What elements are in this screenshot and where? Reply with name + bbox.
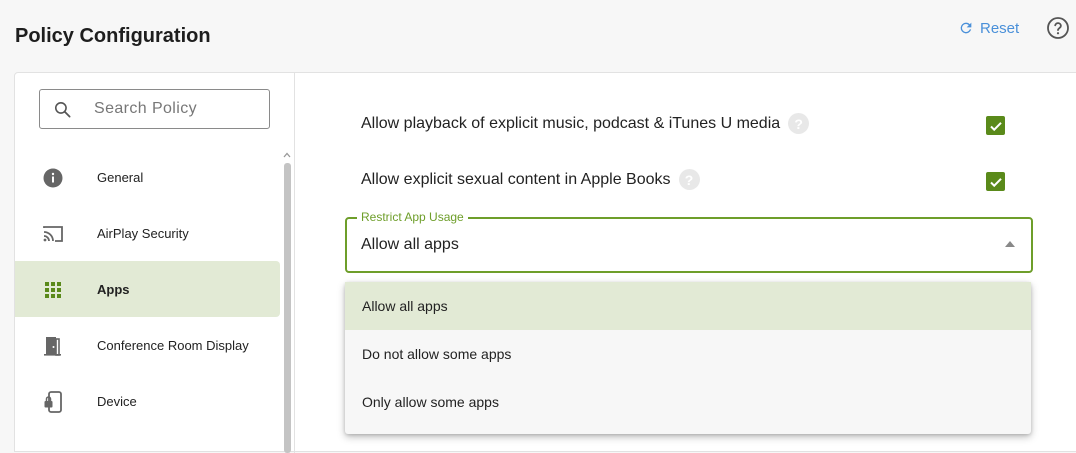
restrict-app-usage-dropdown: Allow all apps Do not allow some apps On… [345,282,1031,434]
reset-label: Reset [980,19,1020,37]
dropdown-option-do-not-allow-some[interactable]: Do not allow some apps [345,330,1031,378]
checkmark-icon [989,121,1002,131]
caret-up-icon [1005,241,1015,247]
setting-label: Allow explicit sexual content in Apple B… [361,170,671,188]
refresh-icon [960,22,972,34]
sidebar-item-label: Device [97,393,137,409]
sidebar-item-label: Conference Room Display [97,337,249,353]
sidebar-item-label: General [97,169,144,185]
sidebar-item-conference-room-display[interactable]: Conference Room Display [15,317,280,373]
sidebar-item-label: AirPlay Security [97,225,189,241]
help-icon[interactable] [1046,16,1070,40]
setting-label: Allow playback of explicit music, podcas… [361,114,781,132]
checkmark-icon [989,177,1002,187]
help-circle-icon[interactable]: ? [788,113,810,134]
search-input[interactable] [94,98,259,120]
select-legend: Restrict App Usage [357,210,468,224]
help-circle-icon[interactable]: ? [678,169,700,190]
sidebar-item-label: Apps [97,281,130,297]
page-title: Policy Configuration [15,25,211,47]
device-lock-icon [42,391,64,413]
dropdown-option-allow-all[interactable]: Allow all apps [345,282,1031,330]
sidebar-item-device[interactable]: Device [15,373,280,429]
apps-grid-icon [42,279,64,301]
scroll-up-arrow-icon[interactable] [283,151,291,159]
top-bar: Policy Configuration Reset [0,0,1076,72]
sidebar-item-apps[interactable]: Apps [15,261,280,317]
restrict-app-usage-select[interactable]: Restrict App Usage Allow all apps [345,210,1033,273]
select-value: Allow all apps [361,236,459,253]
sidebar: General AirPlay Security Apps [15,73,295,453]
sidebar-item-airplay-security[interactable]: AirPlay Security [15,205,280,261]
door-icon [42,335,64,357]
setting-explicit-books: Allow explicit sexual content in Apple B… [361,169,700,190]
sidebar-scrollbar[interactable] [282,151,292,453]
sidebar-nav: General AirPlay Security Apps Conference… [15,149,280,429]
search-box[interactable] [39,89,270,129]
setting-explicit-media: Allow playback of explicit music, podcas… [361,113,810,134]
sidebar-item-general[interactable]: General [15,149,280,205]
scrollbar-thumb[interactable] [284,163,291,453]
explicit-media-checkbox[interactable] [986,116,1005,135]
info-icon [42,167,64,189]
explicit-books-checkbox[interactable] [986,172,1005,191]
dropdown-option-only-allow-some[interactable]: Only allow some apps [345,378,1031,426]
reset-button[interactable]: Reset [958,17,1019,39]
search-icon [54,101,71,118]
airplay-icon [42,223,64,245]
